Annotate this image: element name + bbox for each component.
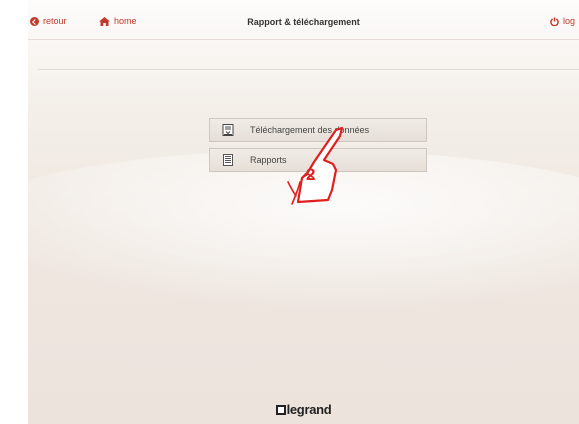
logout-label: log (563, 16, 576, 26)
report-document-icon (223, 154, 233, 166)
power-icon (550, 17, 559, 26)
app-page: retour home Rapport & téléchargement log… (28, 0, 579, 424)
brand-name: legrand (286, 402, 332, 417)
top-bar: retour home Rapport & téléchargement log (28, 0, 579, 40)
step-number-label: 2 (306, 165, 315, 184)
logout-button[interactable]: log (550, 17, 575, 26)
page-title: Rapport & téléchargement (247, 17, 360, 27)
logo-square-icon (275, 405, 286, 415)
legrand-logo: legrand (28, 402, 579, 417)
hand-pointer-annotation: 2 (287, 126, 344, 205)
divider (38, 69, 579, 70)
download-document-icon (222, 124, 234, 136)
